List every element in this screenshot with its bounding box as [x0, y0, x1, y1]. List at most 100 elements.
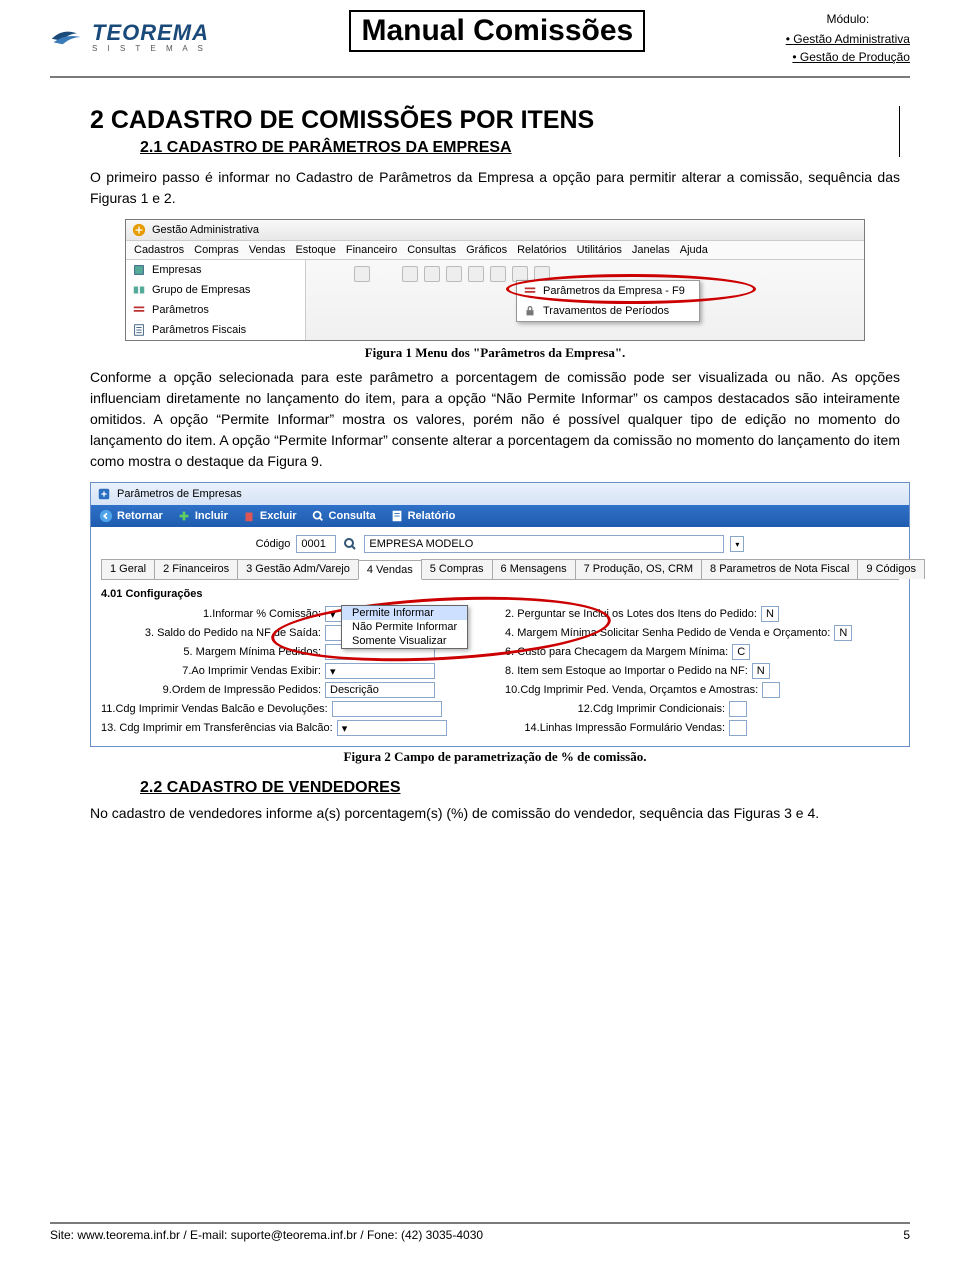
config-grid: 1.Informar % Comissão:▾ 2. Perguntar se …: [101, 606, 899, 736]
field-input[interactable]: [762, 682, 780, 698]
menu-compras[interactable]: Compras: [194, 244, 239, 256]
sidebar-item-grupo[interactable]: Grupo de Empresas: [126, 280, 305, 300]
window-title: Gestão Administrativa: [152, 224, 259, 236]
tab-compras[interactable]: 5 Compras: [421, 559, 493, 579]
tabs: 1 Geral 2 Financeiros 3 Gestão Adm/Varej…: [101, 559, 899, 580]
field-input[interactable]: [332, 701, 442, 717]
menu-ajuda[interactable]: Ajuda: [680, 244, 708, 256]
field-input[interactable]: C: [732, 644, 750, 660]
dropdown-option[interactable]: Somente Visualizar: [342, 634, 467, 648]
menu-vendas[interactable]: Vendas: [249, 244, 286, 256]
toolbar-label: Relatório: [408, 510, 456, 522]
menu-graficos[interactable]: Gráficos: [466, 244, 507, 256]
module-item: Gestão Administrativa: [786, 30, 910, 48]
sidebar-item-label: Parâmetros: [152, 304, 209, 316]
toolbar-icon[interactable]: [468, 266, 484, 282]
toolbar-label: Excluir: [260, 510, 297, 522]
sidebar: Empresas Grupo de Empresas Parâmetros Pa…: [126, 260, 306, 340]
toolbar-label: Incluir: [195, 510, 228, 522]
plus-icon: [177, 509, 191, 523]
field-input[interactable]: ▾: [325, 663, 435, 679]
page-header: TEOREMA S I S T E M A S Manual Comissões…: [50, 12, 910, 72]
field-label: 2. Perguntar se Inclui os Lotes dos Iten…: [505, 608, 757, 620]
lock-icon: [523, 304, 537, 318]
search-icon[interactable]: [342, 536, 358, 552]
toolbar-icon[interactable]: [354, 266, 370, 282]
field-label: 6. Custo para Checagem da Margem Mínima:: [505, 646, 728, 658]
field-label: 10.Cdg Imprimir Ped. Venda, Orçamtos e A…: [505, 684, 758, 696]
menu-utilitarios[interactable]: Utilitários: [577, 244, 622, 256]
toolbar-icon[interactable]: [490, 266, 506, 282]
header-divider: [50, 76, 910, 78]
relatorio-button[interactable]: Relatório: [390, 509, 456, 523]
window-titlebar: Gestão Administrativa: [126, 220, 864, 241]
sidebar-item-parametros-fiscais[interactable]: Parâmetros Fiscais: [126, 320, 305, 340]
figure2-window: Parâmetros de Empresas Retornar Incluir …: [90, 482, 910, 747]
toolbar-icon[interactable]: [402, 266, 418, 282]
section-heading: 2 CADASTRO DE COMISSÕES POR ITENS: [90, 106, 889, 135]
paragraph: No cadastro de vendedores informe a(s) p…: [90, 803, 900, 824]
menu-consultas[interactable]: Consultas: [407, 244, 456, 256]
tab-producao[interactable]: 7 Produção, OS, CRM: [575, 559, 702, 579]
menu-financeiro[interactable]: Financeiro: [346, 244, 397, 256]
field-label: 8. Item sem Estoque ao Importar o Pedido…: [505, 665, 748, 677]
page-number: 5: [903, 1228, 910, 1242]
field-input[interactable]: Descrição: [325, 682, 435, 698]
params-icon: [523, 284, 537, 298]
code-label: Código: [256, 538, 291, 550]
submenu-item-parametros-empresa[interactable]: Parâmetros da Empresa - F9: [517, 281, 699, 301]
footer-contact: Site: www.teorema.inf.br / E-mail: supor…: [50, 1228, 483, 1242]
tab-gestao[interactable]: 3 Gestão Adm/Varejo: [237, 559, 359, 579]
params-icon: [132, 303, 146, 317]
dropdown-icon[interactable]: ▾: [730, 536, 744, 552]
incluir-button[interactable]: Incluir: [177, 509, 228, 523]
consulta-button[interactable]: Consulta: [311, 509, 376, 523]
toolbar-label: Consulta: [329, 510, 376, 522]
tab-mensagens[interactable]: 6 Mensagens: [492, 559, 576, 579]
field-input[interactable]: N: [761, 606, 779, 622]
app-icon: [132, 223, 146, 237]
tab-nf[interactable]: 8 Parametros de Nota Fiscal: [701, 559, 858, 579]
menu-janelas[interactable]: Janelas: [632, 244, 670, 256]
field-label: 4. Margem Mínima Solicitar Senha Pedido …: [505, 627, 830, 639]
code-input[interactable]: [296, 535, 336, 553]
dropdown-option[interactable]: Permite Informar: [342, 606, 467, 620]
menu-estoque[interactable]: Estoque: [295, 244, 335, 256]
excluir-button[interactable]: Excluir: [242, 509, 297, 523]
footer-divider: [50, 1222, 910, 1224]
field-label: 7.Ao Imprimir Vendas Exibir:: [101, 665, 321, 677]
menu-cadastros[interactable]: Cadastros: [134, 244, 184, 256]
field-input[interactable]: [729, 720, 747, 736]
dropdown-option[interactable]: Não Permite Informar: [342, 620, 467, 634]
window-title: Parâmetros de Empresas: [117, 488, 242, 500]
field-input[interactable]: ▾: [337, 720, 447, 736]
submenu-label: Parâmetros da Empresa - F9: [543, 285, 685, 297]
empresa-input[interactable]: [364, 535, 724, 553]
submenu-item-travamentos[interactable]: Travamentos de Períodos: [517, 301, 699, 321]
toolbar-icon[interactable]: [424, 266, 440, 282]
sidebar-item-parametros[interactable]: Parâmetros: [126, 300, 305, 320]
tab-vendas[interactable]: 4 Vendas: [358, 560, 422, 580]
retornar-button[interactable]: Retornar: [99, 509, 163, 523]
menubar: Cadastros Compras Vendas Estoque Finance…: [126, 241, 864, 260]
tab-codigos[interactable]: 9 Códigos: [857, 559, 925, 579]
menu-relatorios[interactable]: Relatórios: [517, 244, 567, 256]
sidebar-item-label: Parâmetros Fiscais: [152, 324, 246, 336]
toolbar-icon[interactable]: [446, 266, 462, 282]
field-input[interactable]: N: [752, 663, 770, 679]
tab-financeiros[interactable]: 2 Financeiros: [154, 559, 238, 579]
paragraph: O primeiro passo é informar no Cadastro …: [90, 167, 900, 209]
fiscal-icon: [132, 323, 146, 337]
field-input[interactable]: N: [834, 625, 852, 641]
sidebar-item-empresas[interactable]: Empresas: [126, 260, 305, 280]
report-icon: [390, 509, 404, 523]
field-input[interactable]: [729, 701, 747, 717]
sidebar-item-label: Empresas: [152, 264, 202, 276]
search-icon: [311, 509, 325, 523]
comissao-dropdown[interactable]: Permite Informar Não Permite Informar So…: [341, 605, 468, 649]
tab-geral[interactable]: 1 Geral: [101, 559, 155, 579]
paragraph: Conforme a opção selecionada para este p…: [90, 367, 900, 472]
figure2-caption: Figura 2 Campo de parametrização de % de…: [90, 749, 900, 765]
building-icon: [132, 263, 146, 277]
field-label: 3. Saldo do Pedido na NF de Saída:: [101, 627, 321, 639]
